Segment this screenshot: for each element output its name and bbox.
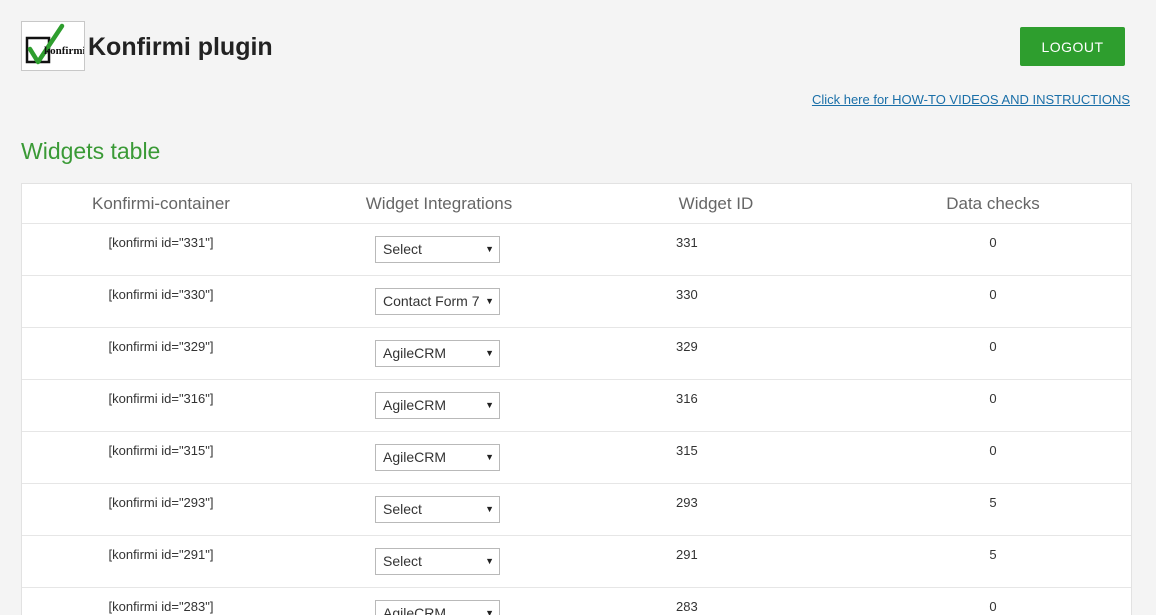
logo-text: konfirmi <box>44 45 84 57</box>
chevron-down-icon: ▼ <box>485 608 494 615</box>
page: konfirmi Konfirmi plugin LOGOUT Click he… <box>0 0 1156 615</box>
widget-id: 316 <box>676 391 698 406</box>
integration-select[interactable]: Select ▼ <box>375 548 500 575</box>
integration-select[interactable]: Select ▼ <box>375 236 500 263</box>
chevron-down-icon: ▼ <box>485 556 494 566</box>
chevron-down-icon: ▼ <box>485 504 494 514</box>
container-shortcode: [konfirmi id="316"] <box>108 391 214 406</box>
table-row: [konfirmi id="331"] Select ▼ 331 0 <box>22 224 1131 276</box>
integration-select[interactable]: Select ▼ <box>375 496 500 523</box>
section-title: Widgets table <box>21 138 161 164</box>
chevron-down-icon: ▼ <box>485 296 494 306</box>
integration-select-value: Select <box>383 553 422 569</box>
chevron-down-icon: ▼ <box>485 348 494 358</box>
table-row: [konfirmi id="316"] AgileCRM ▼ 316 0 <box>22 380 1131 432</box>
column-header-container: Konfirmi-container <box>92 194 230 213</box>
data-checks: 0 <box>989 391 997 406</box>
table-header: Konfirmi-container Widget Integrations W… <box>22 184 1131 224</box>
howto-instructions-link[interactable]: Click here for HOW-TO VIDEOS AND INSTRUC… <box>812 92 1130 107</box>
chevron-down-icon: ▼ <box>485 244 494 254</box>
logout-button[interactable]: LOGOUT <box>1020 27 1125 66</box>
widget-id: 293 <box>676 495 698 510</box>
container-shortcode: [konfirmi id="293"] <box>108 495 214 510</box>
data-checks: 0 <box>989 599 997 614</box>
container-shortcode: [konfirmi id="291"] <box>108 547 214 562</box>
data-checks: 0 <box>989 443 997 458</box>
app-title: Konfirmi plugin <box>88 33 273 61</box>
integration-select-value: AgileCRM <box>383 397 447 413</box>
integration-select[interactable]: Contact Form 7 ▼ <box>375 288 500 315</box>
table-row: [konfirmi id="315"] AgileCRM ▼ 315 0 <box>22 432 1131 484</box>
table-row: [konfirmi id="291"] Select ▼ 291 5 <box>22 536 1131 588</box>
integration-select-value: Select <box>383 241 422 257</box>
container-shortcode: [konfirmi id="283"] <box>108 599 214 614</box>
table-row: [konfirmi id="330"] Contact Form 7 ▼ 330 … <box>22 276 1131 328</box>
data-checks: 0 <box>989 235 997 250</box>
table-row: [konfirmi id="283"] AgileCRM ▼ 283 0 <box>22 588 1131 615</box>
column-header-integrations: Widget Integrations <box>365 194 513 213</box>
chevron-down-icon: ▼ <box>485 452 494 462</box>
widget-id: 329 <box>676 339 698 354</box>
table-row: [konfirmi id="329"] AgileCRM ▼ 329 0 <box>22 328 1131 380</box>
container-shortcode: [konfirmi id="315"] <box>108 443 214 458</box>
widget-id: 330 <box>676 287 698 302</box>
container-shortcode: [konfirmi id="331"] <box>108 235 214 250</box>
container-shortcode: [konfirmi id="329"] <box>108 339 214 354</box>
integration-select-value: Contact Form 7 <box>383 293 480 309</box>
data-checks: 5 <box>989 547 997 562</box>
container-shortcode: [konfirmi id="330"] <box>108 287 214 302</box>
integration-select[interactable]: AgileCRM ▼ <box>375 600 500 615</box>
integration-select[interactable]: AgileCRM ▼ <box>375 340 500 367</box>
widget-id: 283 <box>676 599 698 614</box>
table-row: [konfirmi id="293"] Select ▼ 293 5 <box>22 484 1131 536</box>
integration-select[interactable]: AgileCRM ▼ <box>375 444 500 471</box>
data-checks: 0 <box>989 339 997 354</box>
data-checks: 0 <box>989 287 997 302</box>
integration-select-value: AgileCRM <box>383 605 447 615</box>
integration-select[interactable]: AgileCRM ▼ <box>375 392 500 419</box>
widget-id: 315 <box>676 443 698 458</box>
widget-id: 331 <box>676 235 698 250</box>
data-checks: 5 <box>989 495 997 510</box>
konfirmi-logo: konfirmi <box>21 21 85 71</box>
integration-select-value: AgileCRM <box>383 345 447 361</box>
widget-id: 291 <box>676 547 698 562</box>
chevron-down-icon: ▼ <box>485 400 494 410</box>
integration-select-value: Select <box>383 501 422 517</box>
widgets-table: Konfirmi-container Widget Integrations W… <box>21 183 1132 615</box>
column-header-data-checks: Data checks <box>946 194 1040 213</box>
column-header-widget-id: Widget ID <box>678 194 754 213</box>
integration-select-value: AgileCRM <box>383 449 447 465</box>
